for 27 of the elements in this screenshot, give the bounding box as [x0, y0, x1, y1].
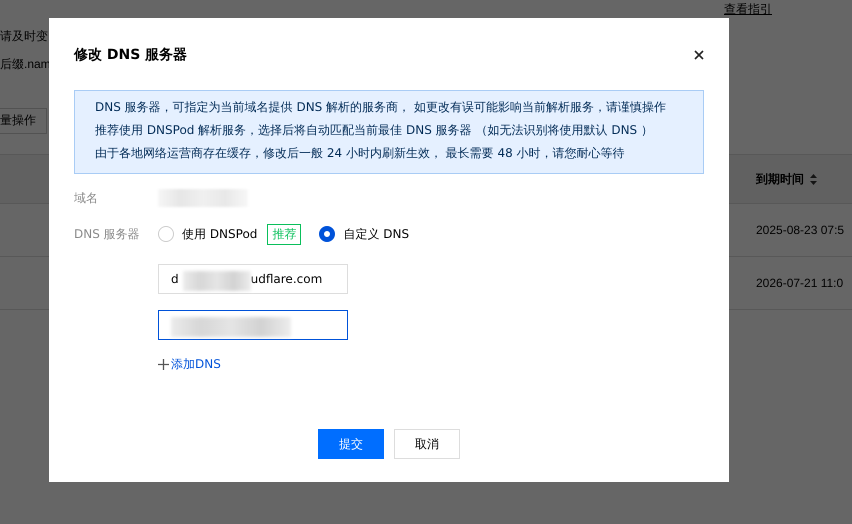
batch-operation-button[interactable]: 量操作	[0, 108, 47, 134]
radio-label[interactable]: 使用 DNSPod	[182, 226, 258, 242]
info-text: DNS 服务器，可指定为当前域名提供 DNS 解析的服务商， 如更改有误可能影响当前解析服务，请谨慎操作	[95, 99, 667, 116]
radio-label[interactable]: 自定义 DNS	[343, 226, 410, 242]
input-text: d	[171, 272, 179, 286]
close-icon[interactable]	[694, 50, 704, 60]
recommend-tag: 推荐	[267, 224, 302, 244]
notice-text: 请及时变	[0, 28, 48, 44]
info-text: 推荐使用 DNSPod 解析服务，选择后将自动匹配当前最佳 DNS 服务器 （如无法识别将使用默认 DNS ）	[95, 122, 654, 139]
column-header[interactable]: 到期时间	[756, 170, 804, 188]
sort-icon[interactable]	[810, 174, 817, 184]
table-cell-text: 2025-08-23 07:5	[756, 223, 846, 237]
guide-link[interactable]: 查看指引	[724, 1, 852, 22]
dialog-title: 修改 DNS 服务器	[74, 46, 188, 64]
redaction-blur	[183, 271, 251, 291]
dns-input-field[interactable]: d udflare.com	[158, 264, 348, 294]
input-text: udflare.com	[250, 272, 322, 286]
submit-button[interactable]: 提交	[318, 429, 384, 459]
field-label: 域名	[74, 190, 99, 206]
cancel-button[interactable]: 取消	[394, 429, 460, 459]
plus-icon[interactable]	[158, 359, 169, 370]
field-label: DNS 服务器	[74, 226, 141, 242]
radio-button[interactable]	[319, 226, 336, 242]
dns-input-field[interactable]	[158, 310, 348, 340]
info-text: 由于各地网络运营商存在缓存，修改后一般 24 小时内刷新生效， 最长需要 48 小时，请您耐心等待	[95, 145, 626, 162]
add-dns-link[interactable]: 添加DNS	[171, 356, 221, 373]
table-cell-text: 2026-07-21 11:0	[756, 276, 844, 290]
